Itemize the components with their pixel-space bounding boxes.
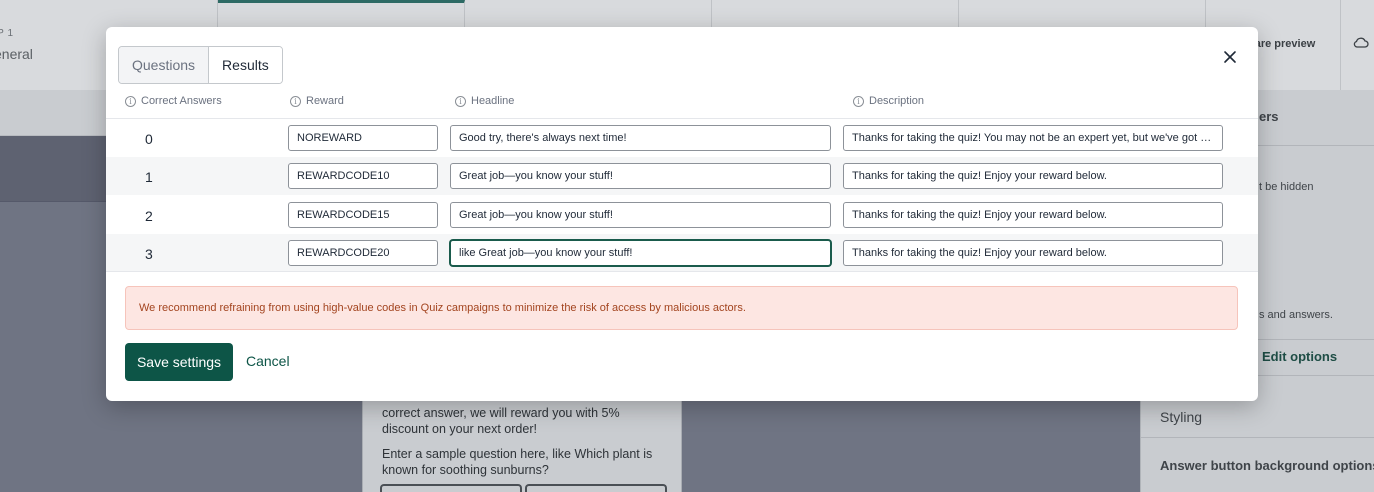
info-icon[interactable]: i	[290, 95, 301, 107]
headline-input[interactable]	[450, 163, 831, 189]
info-icon[interactable]: i	[125, 95, 136, 107]
column-header-label: Description	[869, 95, 925, 107]
warning-alert: We recommend refraining from using high-…	[125, 286, 1238, 330]
quiz-settings-modal: Questions Results i Correct Answers i Re…	[106, 27, 1258, 401]
styling-label: Styling	[1160, 409, 1203, 425]
panel-hint: s and answers.	[1259, 309, 1333, 321]
tab-questions[interactable]: Questions	[119, 47, 209, 83]
divider	[1141, 437, 1374, 438]
headline-input[interactable]	[450, 202, 831, 228]
edit-options-link[interactable]: Edit options	[1262, 349, 1337, 364]
column-header-description: i Description	[853, 94, 924, 108]
table-row: 3	[106, 234, 1258, 272]
close-button[interactable]	[1220, 47, 1240, 67]
cloud-save-button[interactable]	[1340, 0, 1374, 90]
table-row: 2	[106, 196, 1258, 234]
divider	[106, 271, 1258, 272]
panel-heading: ers	[1259, 109, 1279, 124]
reward-code-input[interactable]	[288, 240, 438, 266]
column-header-label: Correct Answers	[141, 95, 222, 107]
info-icon[interactable]: i	[455, 95, 466, 107]
description-input[interactable]	[843, 240, 1223, 266]
close-icon	[1224, 51, 1236, 63]
correct-answers-count: 2	[145, 208, 153, 224]
tab-group: Questions Results	[118, 46, 283, 84]
column-header-headline: i Headline	[455, 94, 514, 108]
cancel-button[interactable]: Cancel	[246, 353, 290, 369]
column-header-reward: i Reward	[290, 94, 344, 108]
step-number: EP 1	[0, 28, 14, 39]
tab-results[interactable]: Results	[208, 47, 282, 83]
cloud-icon	[1353, 37, 1369, 48]
table-row: 1	[106, 157, 1258, 195]
headline-input[interactable]	[450, 240, 831, 266]
correct-answers-count: 0	[145, 131, 153, 147]
preview-canvas: correct answer, we will reward you with …	[362, 395, 682, 492]
info-icon[interactable]: i	[853, 95, 864, 107]
description-input[interactable]	[843, 202, 1223, 228]
correct-answers-count: 3	[145, 246, 153, 262]
step-name: eneral	[0, 46, 33, 62]
table-row: 0	[106, 119, 1258, 157]
preview-answer-button	[380, 484, 522, 492]
description-input[interactable]	[843, 125, 1223, 151]
correct-answers-count: 1	[145, 169, 153, 185]
description-input[interactable]	[843, 163, 1223, 189]
answer-bg-options[interactable]: Answer button background options	[1160, 458, 1374, 473]
reward-code-input[interactable]	[288, 202, 438, 228]
save-settings-button[interactable]: Save settings	[125, 343, 233, 381]
preview-question: Enter a sample question here, like Which…	[382, 447, 653, 477]
panel-hint: t be hidden	[1259, 181, 1314, 193]
preview-answer-button	[525, 484, 667, 492]
column-header-label: Reward	[306, 95, 344, 107]
column-header-label: Headline	[471, 95, 515, 107]
column-header-correct-answers: i Correct Answers	[125, 94, 222, 108]
share-preview-button[interactable]: hare preview	[1248, 38, 1315, 50]
left-panel	[0, 136, 106, 202]
headline-input[interactable]	[450, 125, 831, 151]
preview-text: correct answer, we will reward you with …	[382, 406, 620, 436]
reward-code-input[interactable]	[288, 163, 438, 189]
reward-code-input[interactable]	[288, 125, 438, 151]
